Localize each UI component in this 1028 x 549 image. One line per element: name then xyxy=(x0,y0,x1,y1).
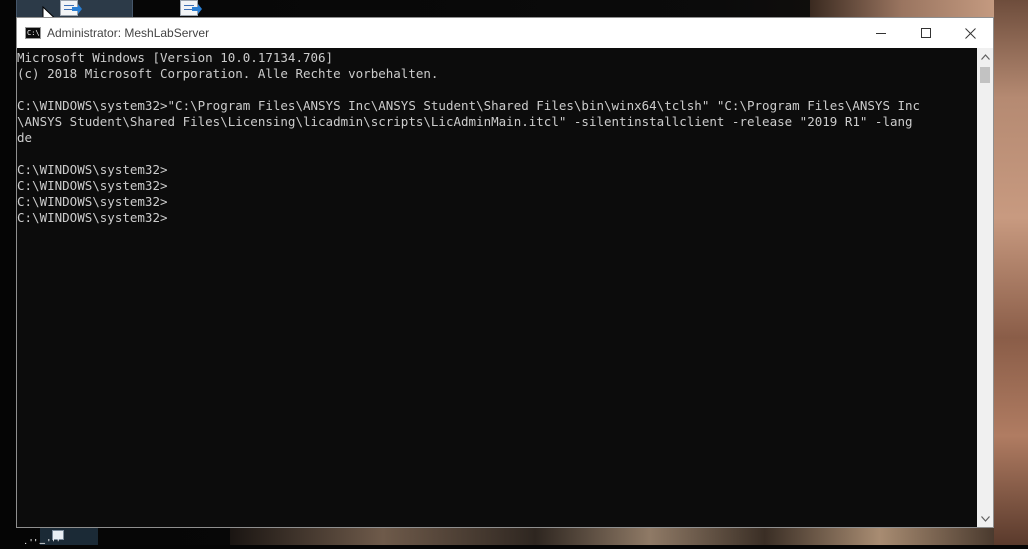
chevron-up-icon xyxy=(980,53,990,60)
scroll-down-button[interactable] xyxy=(977,510,993,527)
console-icon: C:\ xyxy=(25,27,41,39)
close-button[interactable] xyxy=(948,18,993,48)
desktop-icon-label: · ' ' – ' ' ' xyxy=(24,538,60,549)
console-line: de xyxy=(17,130,33,145)
minimize-icon xyxy=(875,33,886,34)
console-prompt-line: C:\WINDOWS\system32> xyxy=(17,194,168,209)
console-line: Microsoft Windows [Version 10.0.17134.70… xyxy=(17,50,334,65)
document-shortcut-icon[interactable] xyxy=(180,0,204,16)
vertical-scrollbar[interactable] xyxy=(977,48,993,527)
wallpaper-photo-bottom xyxy=(230,528,994,545)
scroll-up-button[interactable] xyxy=(977,48,993,65)
console-prompt-line: C:\WINDOWS\system32> xyxy=(17,210,168,225)
console-line: C:\WINDOWS\system32>"C:\Program Files\AN… xyxy=(17,98,921,113)
console-line: \ANSYS Student\Shared Files\Licensing\li… xyxy=(17,114,913,129)
document-shortcut-icon[interactable] xyxy=(60,0,84,16)
maximize-button[interactable] xyxy=(903,18,948,48)
console-line: (c) 2018 Microsoft Corporation. Alle Rec… xyxy=(17,66,439,81)
maximize-icon xyxy=(920,28,931,38)
console-window[interactable]: C:\ Administrator: MeshLabServer Microso… xyxy=(16,17,994,528)
window-title: Administrator: MeshLabServer xyxy=(47,26,210,40)
chevron-down-icon xyxy=(980,515,990,522)
scrollbar-thumb[interactable] xyxy=(980,67,990,83)
console-prompt-line: C:\WINDOWS\system32> xyxy=(17,162,168,177)
wallpaper-photo-top xyxy=(810,0,994,18)
window-titlebar[interactable]: C:\ Administrator: MeshLabServer xyxy=(17,18,993,48)
wallpaper-photo-right xyxy=(994,0,1028,545)
console-output[interactable]: Microsoft Windows [Version 10.0.17134.70… xyxy=(17,48,977,527)
console-prompt-line: C:\WINDOWS\system32> xyxy=(17,178,168,193)
close-icon xyxy=(965,27,976,39)
minimize-button[interactable] xyxy=(858,18,903,48)
